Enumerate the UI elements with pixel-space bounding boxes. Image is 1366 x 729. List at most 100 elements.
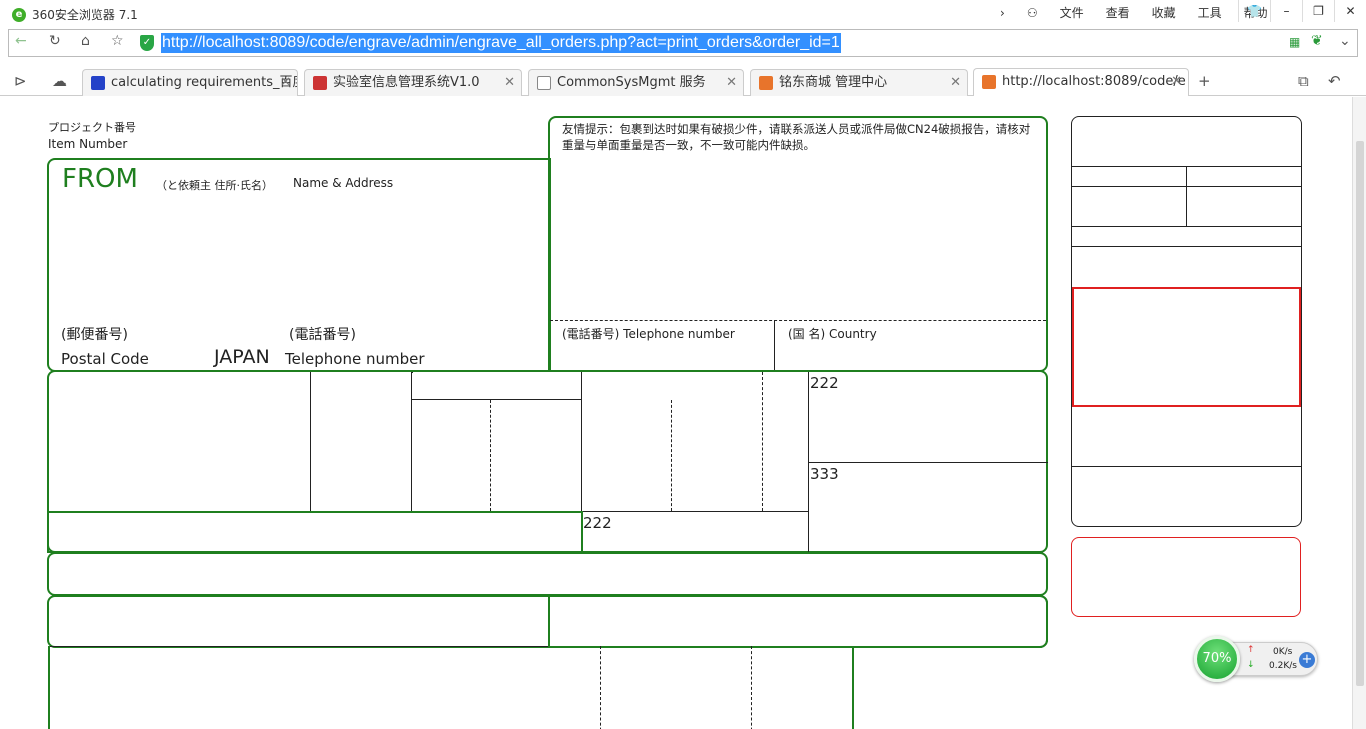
url-input[interactable]: http://localhost:8089/code/engrave/admin… xyxy=(161,33,841,53)
undo-close-icon[interactable]: ↶ xyxy=(1328,72,1341,90)
tab-print-orders[interactable]: http://localhost:8089/code/e ✕ xyxy=(973,68,1189,96)
divider xyxy=(310,372,311,511)
value-b: 333 xyxy=(810,465,839,483)
tab-close-icon[interactable]: ✕ xyxy=(504,70,515,96)
divider xyxy=(1072,466,1301,467)
menu-view[interactable]: 查看 xyxy=(1106,4,1130,21)
tab-baidu[interactable]: calculating requirements_百度 ✕ xyxy=(82,69,298,96)
divider xyxy=(412,399,582,400)
tab-close-icon[interactable]: ✕ xyxy=(280,70,291,96)
menu-tools[interactable]: 工具 xyxy=(1198,4,1222,21)
baidu-icon xyxy=(91,76,105,90)
from-sub-en: Name & Address xyxy=(293,176,394,190)
speed-widget[interactable]: ↑ ↓ 0K/s 0.2K/s + 70% xyxy=(1194,636,1320,682)
dashed-divider xyxy=(751,646,752,729)
to-phone-label: (電話番号) Telephone number xyxy=(562,327,735,341)
tab-commonsysmgmt[interactable]: CommonSysMgmt 服务 ✕ xyxy=(528,69,744,96)
title-bar: e 360安全浏览器 7.1 › ⚇ 文件 查看 收藏 工具 帮助 👕 – ❐ … xyxy=(0,0,1366,27)
menu-file[interactable]: 文件 xyxy=(1060,4,1084,21)
phone-jp: (電話番号) xyxy=(289,327,356,343)
notice-text: 友情提示：包裹到达时如果有破损少件，请联系派送人员或派件局做CN24破损报告，请… xyxy=(562,122,1031,152)
scrollbar[interactable] xyxy=(1352,97,1366,729)
upload-arrow-icon: ↑ xyxy=(1247,645,1255,655)
postal-en: Postal Code xyxy=(61,350,149,368)
contents-box: 222 333 222 xyxy=(47,370,1048,553)
memory-ball[interactable]: 70% xyxy=(1194,636,1240,682)
divider xyxy=(1072,246,1301,247)
divider xyxy=(774,320,775,370)
new-tab-icon[interactable]: + xyxy=(1198,72,1211,90)
dashed-divider xyxy=(490,400,491,511)
japan-label: JAPAN xyxy=(214,346,270,368)
skin-icon[interactable]: 👕 xyxy=(1238,0,1270,22)
value-c: 222 xyxy=(583,514,612,532)
dropdown-chevron-icon[interactable]: ⌄ xyxy=(1339,33,1351,49)
side-panel xyxy=(1071,116,1302,527)
tab-label: CommonSysMgmt 服务 xyxy=(557,75,706,90)
plus-icon[interactable]: + xyxy=(1299,652,1315,668)
divider xyxy=(1186,166,1187,226)
tab-mingdong[interactable]: 铭东商城 管理中心 ✕ xyxy=(750,69,968,96)
to-box: 友情提示：包裹到达时如果有破损少件，请联系派送人员或派件局做CN24破损报告，请… xyxy=(548,116,1048,372)
from-box: FROM （と依頼主 住所·氏名） Name & Address (郵便番号) … xyxy=(47,158,551,372)
star-icon[interactable]: ☆ xyxy=(111,33,124,49)
security-shield-icon[interactable]: ✓ xyxy=(140,35,154,51)
tab-label: http://localhost:8089/code/e xyxy=(1002,74,1186,89)
page-icon xyxy=(537,76,551,90)
from-sub-jp: （と依頼主 住所·氏名） xyxy=(156,179,273,192)
tab-label: 实验室信息管理系统V1.0 xyxy=(333,75,480,90)
page-content: プロジェクト番号 Item Number FROM （と依頼主 住所·氏名） N… xyxy=(0,97,1352,729)
row-box-2 xyxy=(47,595,1048,648)
window-controls: 👕 – ❐ ✕ xyxy=(1238,0,1366,22)
highlight-box xyxy=(1072,287,1301,407)
user-icon[interactable]: ⚇ xyxy=(1027,6,1038,20)
menu-favorites[interactable]: 收藏 xyxy=(1152,4,1176,21)
from-title: FROM xyxy=(62,164,138,194)
divider xyxy=(411,372,412,511)
item-number-en: Item Number xyxy=(48,137,128,151)
scrollbar-thumb[interactable] xyxy=(1356,141,1364,686)
postal-jp: (郵便番号) xyxy=(61,327,128,343)
address-bar: ← ↻ ⌂ ☆ ✓ http://localhost:8089/code/eng… xyxy=(8,29,1358,57)
bottom-box xyxy=(48,646,854,729)
sidebar-toggle-icon[interactable]: ⊳ xyxy=(14,72,27,90)
maximize-icon[interactable]: ❐ xyxy=(1302,0,1334,22)
right-sub-box xyxy=(548,595,1048,648)
dashed-divider xyxy=(762,372,763,511)
upload-speed: 0K/s xyxy=(1273,647,1293,657)
leaf-icon[interactable]: ❦ xyxy=(1311,33,1323,49)
close-icon[interactable]: ✕ xyxy=(1334,0,1366,22)
row-box-1 xyxy=(47,552,1048,596)
item-number-jp: プロジェクト番号 xyxy=(48,121,136,134)
dashed-divider xyxy=(412,372,413,373)
xampp-icon xyxy=(759,76,773,90)
dashed-divider xyxy=(550,320,1046,321)
refresh-icon[interactable]: ↻ xyxy=(49,33,61,49)
xampp-icon xyxy=(982,75,996,89)
home-icon[interactable]: ⌂ xyxy=(81,33,90,49)
download-arrow-icon: ↓ xyxy=(1247,660,1255,670)
cloud-icon[interactable]: ☁ xyxy=(52,72,67,90)
back-icon[interactable]: ← xyxy=(15,33,27,49)
sub-box xyxy=(47,511,583,553)
tab-label: calculating requirements_百度 xyxy=(111,75,298,90)
app-title: e 360安全浏览器 7.1 xyxy=(12,6,138,23)
red-note-box xyxy=(1071,537,1301,617)
download-speed: 0.2K/s xyxy=(1269,661,1297,671)
tab-label: 铭东商城 管理中心 xyxy=(779,75,888,90)
divider xyxy=(809,462,1048,463)
dashed-divider xyxy=(600,646,601,729)
tab-close-icon[interactable]: ✕ xyxy=(1171,69,1182,95)
app-title-text: 360安全浏览器 7.1 xyxy=(32,8,138,22)
value-a: 222 xyxy=(810,374,839,392)
minimize-icon[interactable]: – xyxy=(1270,0,1302,22)
divider xyxy=(582,511,809,512)
tab-list-icon[interactable]: ⧉ xyxy=(1298,72,1309,90)
lims-icon xyxy=(313,76,327,90)
tab-lims[interactable]: 实验室信息管理系统V1.0 ✕ xyxy=(304,69,522,96)
tab-close-icon[interactable]: ✕ xyxy=(950,70,961,96)
tab-close-icon[interactable]: ✕ xyxy=(726,70,737,96)
to-country-label: (国 名) Country xyxy=(788,327,877,341)
chevron-right-icon[interactable]: › xyxy=(1000,6,1005,20)
qr-code-icon[interactable]: ▦ xyxy=(1289,35,1300,49)
